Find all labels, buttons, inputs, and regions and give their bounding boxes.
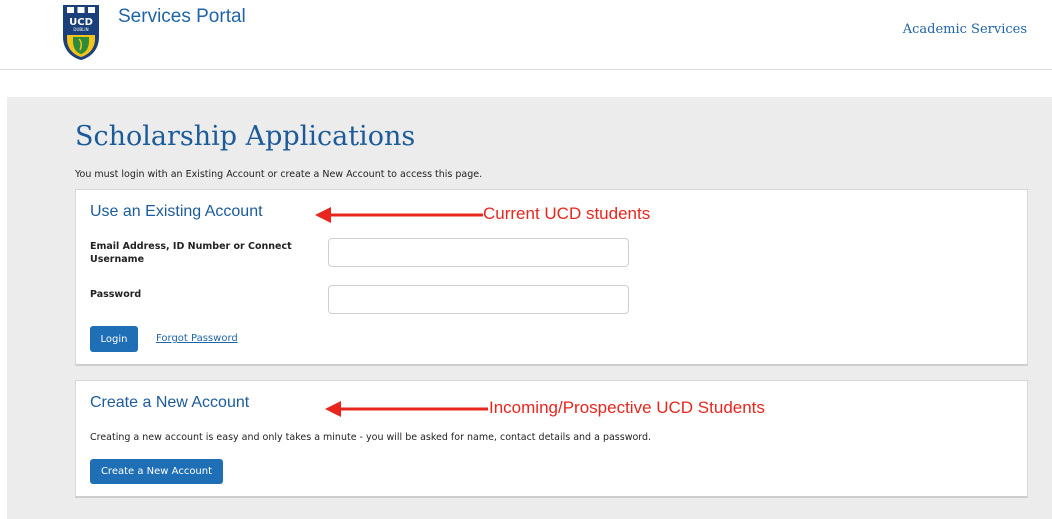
password-label: Password	[90, 289, 142, 300]
annotation-incoming-students: Incoming/Prospective UCD Students	[489, 398, 765, 417]
username-label: Email Address, ID Number or Connect User…	[90, 241, 292, 265]
new-account-description: Creating a new account is easy and only …	[90, 432, 652, 443]
arrow-left-icon	[315, 207, 483, 223]
page-title: Scholarship Applications	[75, 121, 416, 152]
svg-text:DUBLIN: DUBLIN	[73, 27, 88, 32]
password-input[interactable]	[328, 285, 629, 314]
academic-services-link[interactable]: Academic Services	[903, 22, 1027, 37]
new-account-title: Create a New Account	[90, 394, 250, 411]
login-button[interactable]: Login	[90, 326, 138, 352]
create-account-button[interactable]: Create a New Account	[90, 459, 223, 484]
ucd-crest-logo[interactable]: UCD DUBLIN	[61, 3, 101, 61]
forgot-password-link[interactable]: Forgot Password	[156, 333, 238, 344]
portal-title[interactable]: Services Portal	[118, 6, 246, 28]
site-header: UCD DUBLIN Services Portal Academic Serv…	[0, 0, 1052, 70]
intro-text: You must login with an Existing Account …	[75, 169, 483, 180]
annotation-current-students: Current UCD students	[483, 204, 651, 223]
existing-account-title: Use an Existing Account	[90, 203, 263, 220]
arrow-left-icon	[325, 401, 488, 417]
username-input[interactable]	[328, 238, 629, 267]
